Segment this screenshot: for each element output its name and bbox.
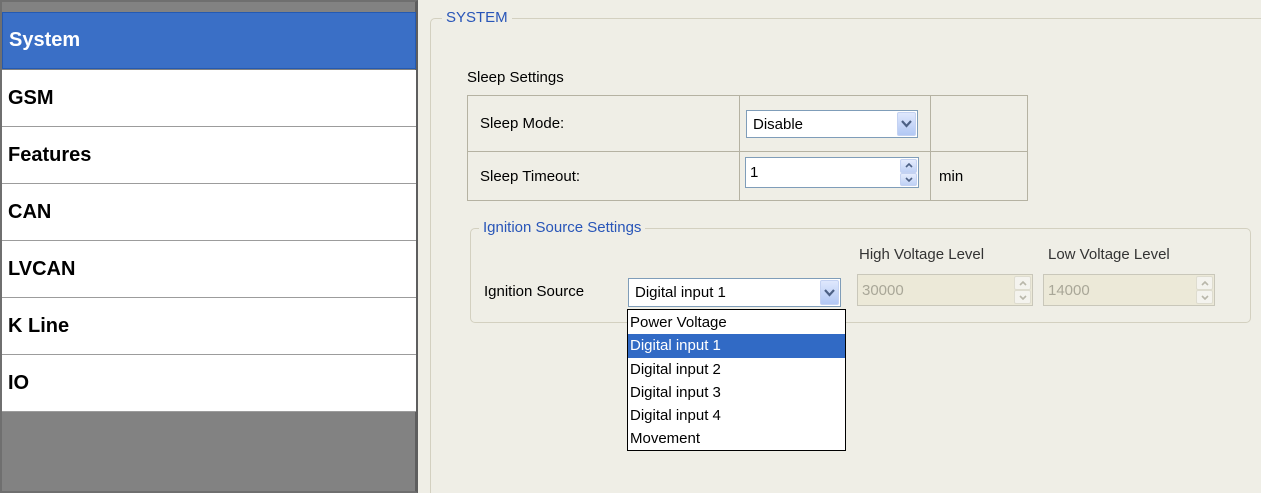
sleep-timeout-value: 1 [750,164,759,181]
sidebar-item-system[interactable]: System [2,12,416,69]
sleep-timeout-spin-buttons [900,159,917,186]
ignition-source-select[interactable]: Digital input 1 [628,278,841,307]
low-voltage-spin-buttons [1196,276,1213,304]
sidebar: System GSM Features CAN LVCAN K Line IO [0,0,418,493]
ignition-source-label: Ignition Source [484,283,585,300]
sidebar-item-features[interactable]: Features [2,127,416,184]
option-digital-input-1[interactable]: Digital input 1 [628,334,845,358]
high-voltage-stepper[interactable]: 30000 [857,274,1033,306]
option-digital-input-3[interactable]: Digital input 3 [628,381,845,404]
sleep-timeout-label: Sleep Timeout: [480,167,581,185]
sleep-mode-label-cell: Sleep Mode: [467,95,740,152]
high-voltage-spin-buttons [1014,276,1031,304]
sidebar-item-lvcan[interactable]: LVCAN [2,241,416,298]
ignition-group-title: Ignition Source Settings [479,219,646,236]
sidebar-item-k-line[interactable]: K Line [2,298,416,355]
spin-down-icon[interactable] [900,172,917,186]
option-power-voltage[interactable]: Power Voltage [628,311,845,334]
chevron-down-icon[interactable] [897,112,916,136]
sidebar-item-io[interactable]: IO [2,355,416,412]
high-voltage-label: High Voltage Level [859,246,985,263]
sleep-timeout-unit: min [939,167,964,185]
sleep-timeout-unit-cell: min [930,151,1028,201]
sleep-timeout-stepper[interactable]: 1 [745,157,919,188]
spin-down-icon[interactable] [1014,290,1031,304]
sleep-mode-value: Disable [753,115,804,133]
sleep-mode-select[interactable]: Disable [746,110,918,138]
sidebar-item-can[interactable]: CAN [2,184,416,241]
ignition-source-value: Digital input 1 [635,284,726,301]
spin-up-icon[interactable] [900,159,917,173]
option-movement[interactable]: Movement [628,427,845,450]
sleep-mode-empty-cell [930,95,1028,152]
high-voltage-value: 30000 [862,281,904,299]
option-digital-input-2[interactable]: Digital input 2 [628,358,845,381]
sleep-timeout-label-cell: Sleep Timeout: [467,151,740,201]
sleep-mode-label: Sleep Mode: [480,115,565,132]
chevron-down-icon[interactable] [820,280,839,305]
spin-up-icon[interactable] [1196,276,1213,290]
sidebar-item-gsm[interactable]: GSM [2,70,416,127]
option-digital-input-4[interactable]: Digital input 4 [628,404,845,427]
ignition-source-dropdown: Power Voltage Digital input 1 Digital in… [627,309,846,451]
spin-down-icon[interactable] [1196,290,1213,304]
spin-up-icon[interactable] [1014,276,1031,290]
low-voltage-label: Low Voltage Level [1048,246,1170,263]
low-voltage-value: 14000 [1048,281,1090,299]
low-voltage-stepper[interactable]: 14000 [1043,274,1215,306]
sleep-settings-title: Sleep Settings [467,69,564,86]
system-group-title: SYSTEM [442,9,512,26]
